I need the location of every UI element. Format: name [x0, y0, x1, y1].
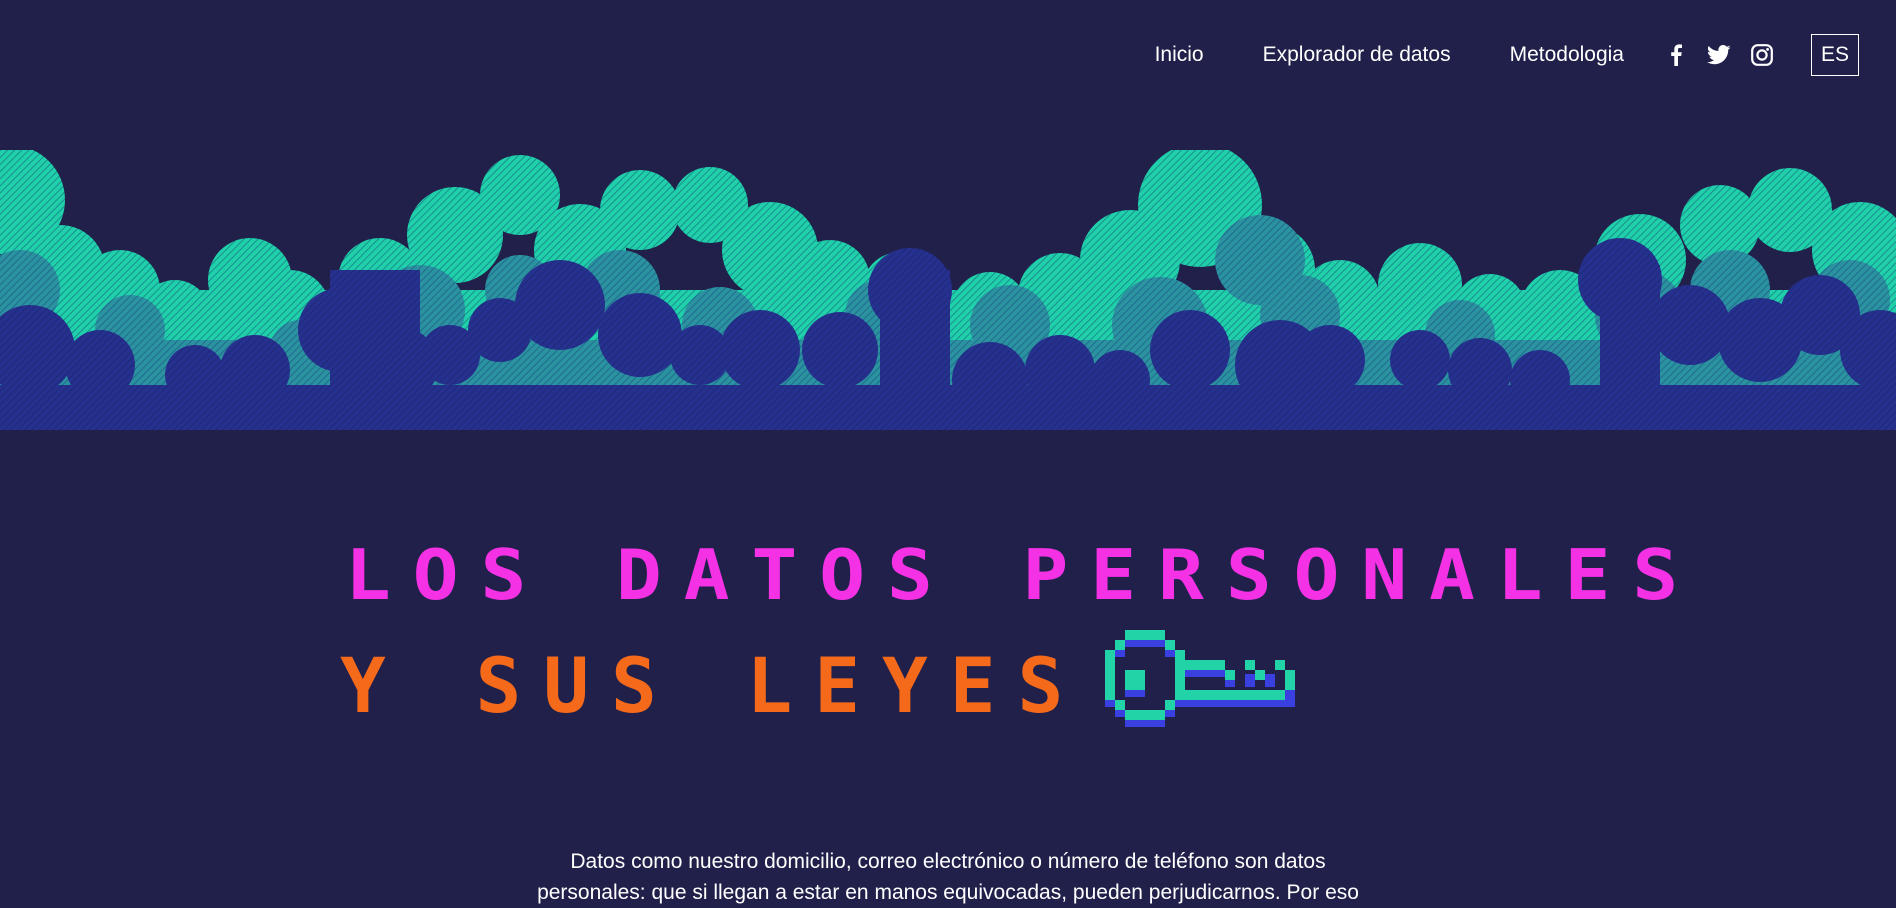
hero-title-line-2-row: Y SUS LEYES	[340, 630, 1305, 739]
cloud-bump	[1650, 285, 1730, 365]
nav-link-explorador[interactable]: Explorador de datos	[1263, 43, 1451, 67]
hero-title-line-1: LOS DATOS PERSONALES	[345, 533, 1701, 616]
cloud-base	[330, 270, 420, 390]
cloud-bump	[1295, 325, 1365, 395]
pixel-clouds-banner	[0, 150, 1896, 430]
cloud-bump	[515, 260, 605, 350]
cloud-bump	[1390, 330, 1450, 390]
facebook-icon[interactable]	[1664, 43, 1688, 67]
cloud-bump	[1150, 310, 1230, 390]
cloud-bump	[600, 170, 680, 250]
top-nav: Inicio Explorador de datos Metodologia E…	[0, 0, 1896, 110]
cloud-base	[0, 385, 1896, 430]
pixel-key-icon	[1105, 624, 1305, 739]
intro-paragraph: Datos como nuestro domicilio, correo ele…	[537, 850, 1359, 904]
nav-link-inicio[interactable]: Inicio	[1155, 43, 1204, 67]
cloud-bump	[720, 310, 800, 390]
nav-link-metodologia[interactable]: Metodologia	[1510, 43, 1624, 67]
hero-title-line-2: Y SUS LEYES	[340, 640, 1086, 730]
cloud-base	[880, 270, 950, 390]
language-switcher[interactable]: ES	[1811, 34, 1859, 76]
cloud-base	[1600, 265, 1660, 385]
social-links	[1664, 43, 1774, 67]
cloud-bump	[802, 312, 878, 388]
cloud-bump	[598, 293, 682, 377]
hero-title: LOS DATOS PERSONALES Y SUS LEYES	[340, 533, 1701, 727]
twitter-icon[interactable]	[1707, 43, 1731, 67]
instagram-icon[interactable]	[1750, 43, 1774, 67]
